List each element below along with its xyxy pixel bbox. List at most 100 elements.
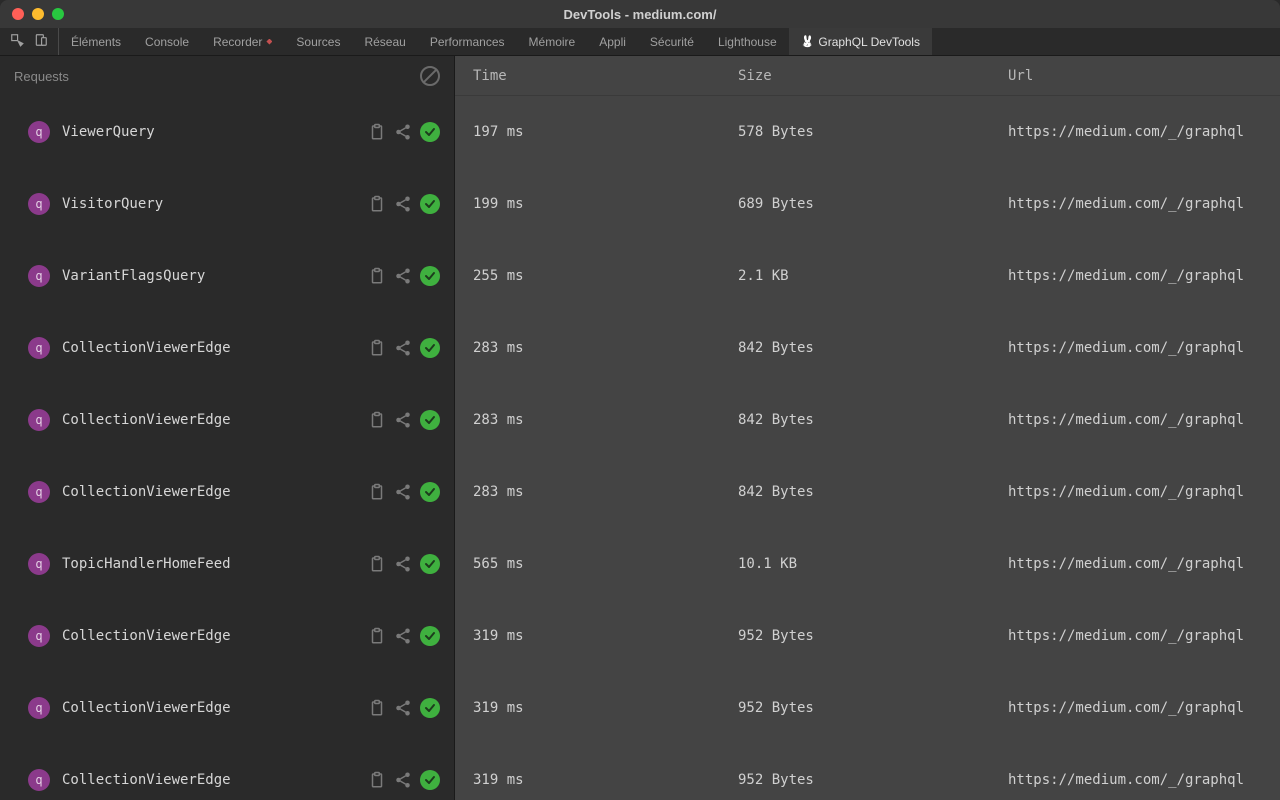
- request-row[interactable]: qCollectionViewerEdge: [0, 384, 454, 456]
- tab-éléments[interactable]: Éléments: [59, 28, 133, 55]
- tab-recorder[interactable]: Recorder: [201, 28, 284, 55]
- status-ok-icon: [420, 770, 440, 790]
- clipboard-icon[interactable]: [368, 195, 386, 213]
- tab-performances[interactable]: Performances: [418, 28, 517, 55]
- request-row[interactable]: qCollectionViewerEdge: [0, 744, 454, 800]
- detail-size: 842 Bytes: [738, 412, 1008, 428]
- details-list: 197 ms578 Byteshttps://medium.com/_/grap…: [455, 96, 1280, 800]
- tab-réseau[interactable]: Réseau: [352, 28, 417, 55]
- tab-mémoire[interactable]: Mémoire: [517, 28, 588, 55]
- detail-row[interactable]: 283 ms842 Byteshttps://medium.com/_/grap…: [455, 384, 1280, 456]
- request-name: VisitorQuery: [62, 196, 368, 212]
- requests-header: Requests: [0, 56, 454, 96]
- details-panel: Time Size Url 197 ms578 Byteshttps://med…: [455, 56, 1280, 800]
- request-actions: [368, 770, 440, 790]
- clipboard-icon[interactable]: [368, 411, 386, 429]
- request-row[interactable]: qTopicHandlerHomeFeed: [0, 528, 454, 600]
- request-actions: [368, 482, 440, 502]
- close-window-button[interactable]: [12, 8, 24, 20]
- detail-url: https://medium.com/_/graphql: [1008, 124, 1262, 140]
- detail-row[interactable]: 319 ms952 Byteshttps://medium.com/_/grap…: [455, 600, 1280, 672]
- tab-graphql-devtools[interactable]: 🐰GraphQL DevTools: [789, 28, 932, 55]
- tab-appli[interactable]: Appli: [587, 28, 638, 55]
- detail-row[interactable]: 199 ms689 Byteshttps://medium.com/_/grap…: [455, 168, 1280, 240]
- share-icon[interactable]: [394, 771, 412, 789]
- detail-row[interactable]: 255 ms2.1 KBhttps://medium.com/_/graphql: [455, 240, 1280, 312]
- detail-time: 197 ms: [473, 124, 738, 140]
- status-ok-icon: [420, 194, 440, 214]
- request-row[interactable]: qVariantFlagsQuery: [0, 240, 454, 312]
- detail-row[interactable]: 283 ms842 Byteshttps://medium.com/_/grap…: [455, 312, 1280, 384]
- clipboard-icon[interactable]: [368, 267, 386, 285]
- clipboard-icon[interactable]: [368, 771, 386, 789]
- request-actions: [368, 266, 440, 286]
- clear-icon[interactable]: [420, 66, 440, 86]
- minimize-window-button[interactable]: [32, 8, 44, 20]
- share-icon[interactable]: [394, 555, 412, 573]
- request-row[interactable]: q ViewerQuery: [0, 96, 454, 168]
- detail-time: 565 ms: [473, 556, 738, 572]
- maximize-window-button[interactable]: [52, 8, 64, 20]
- clipboard-icon[interactable]: [368, 555, 386, 573]
- tab-lighthouse[interactable]: Lighthouse: [706, 28, 789, 55]
- clipboard-icon[interactable]: [368, 699, 386, 717]
- request-name: ViewerQuery: [62, 124, 368, 140]
- share-icon[interactable]: [394, 123, 412, 141]
- detail-row[interactable]: 319 ms952 Byteshttps://medium.com/_/grap…: [455, 744, 1280, 800]
- device-toolbar-icon[interactable]: [34, 33, 48, 50]
- share-icon[interactable]: [394, 339, 412, 357]
- detail-size: 689 Bytes: [738, 196, 1008, 212]
- detail-size: 578 Bytes: [738, 124, 1008, 140]
- query-badge: q: [28, 121, 50, 143]
- share-icon[interactable]: [394, 699, 412, 717]
- request-row[interactable]: qCollectionViewerEdge: [0, 600, 454, 672]
- tab-label: Recorder: [213, 35, 262, 49]
- detail-time: 319 ms: [473, 700, 738, 716]
- detail-row[interactable]: 283 ms842 Byteshttps://medium.com/_/grap…: [455, 456, 1280, 528]
- clipboard-icon[interactable]: [368, 123, 386, 141]
- record-indicator-icon: [266, 39, 272, 45]
- detail-url: https://medium.com/_/graphql: [1008, 556, 1262, 572]
- detail-row[interactable]: 319 ms952 Byteshttps://medium.com/_/grap…: [455, 672, 1280, 744]
- request-list: qViewerQueryqVisitorQueryqVariantFlagsQu…: [0, 96, 454, 800]
- share-icon[interactable]: [394, 483, 412, 501]
- traffic-lights: [0, 8, 64, 20]
- status-ok-icon: [420, 482, 440, 502]
- share-icon[interactable]: [394, 195, 412, 213]
- request-name: TopicHandlerHomeFeed: [62, 556, 368, 572]
- request-row[interactable]: qCollectionViewerEdge: [0, 456, 454, 528]
- tab-label: Réseau: [364, 35, 405, 49]
- tab-console[interactable]: Console: [133, 28, 201, 55]
- request-row[interactable]: qVisitorQuery: [0, 168, 454, 240]
- share-icon[interactable]: [394, 267, 412, 285]
- detail-row[interactable]: 197 ms578 Byteshttps://medium.com/_/grap…: [455, 96, 1280, 168]
- detail-row[interactable]: 565 ms10.1 KBhttps://medium.com/_/graphq…: [455, 528, 1280, 600]
- request-name: CollectionViewerEdge: [62, 700, 368, 716]
- request-actions: [368, 626, 440, 646]
- detail-time: 283 ms: [473, 340, 738, 356]
- status-ok-icon: [420, 698, 440, 718]
- share-icon[interactable]: [394, 411, 412, 429]
- tab-sources[interactable]: Sources: [284, 28, 352, 55]
- bunny-icon: 🐰: [801, 35, 815, 48]
- tab-sécurité[interactable]: Sécurité: [638, 28, 706, 55]
- detail-time: 319 ms: [473, 772, 738, 788]
- clipboard-icon[interactable]: [368, 483, 386, 501]
- detail-size: 952 Bytes: [738, 700, 1008, 716]
- request-row[interactable]: qCollectionViewerEdge: [0, 672, 454, 744]
- detail-size: 2.1 KB: [738, 268, 1008, 284]
- share-icon[interactable]: [394, 627, 412, 645]
- status-ok-icon: [420, 122, 440, 142]
- status-ok-icon: [420, 554, 440, 574]
- inspect-element-icon[interactable]: [10, 33, 24, 50]
- request-row[interactable]: qCollectionViewerEdge: [0, 312, 454, 384]
- tab-label: Performances: [430, 35, 505, 49]
- request-name: CollectionViewerEdge: [62, 412, 368, 428]
- clipboard-icon[interactable]: [368, 627, 386, 645]
- request-actions: [368, 194, 440, 214]
- request-actions: [368, 698, 440, 718]
- clipboard-icon[interactable]: [368, 339, 386, 357]
- query-badge: q: [28, 265, 50, 287]
- column-url: Url: [1008, 68, 1262, 84]
- tab-label: Éléments: [71, 35, 121, 49]
